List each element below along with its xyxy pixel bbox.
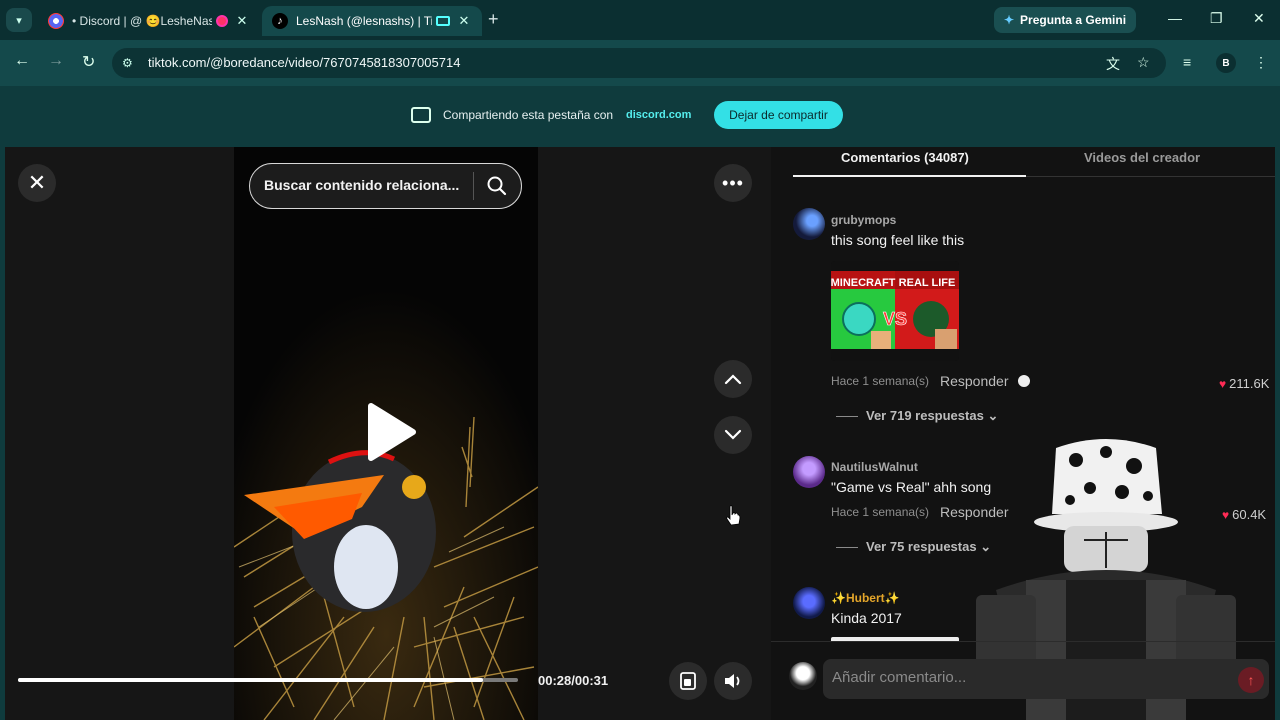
image-label-real-life: REAL LIFE (899, 277, 956, 289)
comment-likes[interactable]: ♥ 211.6K (1219, 376, 1269, 391)
video-progress-fill (18, 678, 483, 682)
more-icon: ••• (722, 172, 744, 193)
close-window-icon[interactable]: ✕ (1253, 10, 1265, 27)
comment-time: Hace 1 semana(s) (831, 505, 930, 519)
comment-placeholder: Añadir comentario... (832, 669, 967, 686)
comment-text: this song feel like this (831, 232, 965, 248)
view-replies-label: Ver 719 respuestas (866, 408, 984, 423)
tab-search-button[interactable]: ▾ (6, 8, 32, 32)
tab-tiktok[interactable]: ♪ LesNash (@lesnashs) | TikTok ✕ (262, 6, 482, 36)
hand-cursor-icon (726, 505, 741, 526)
bookmark-star-icon[interactable]: ☆ (1137, 54, 1150, 71)
comment-time: Hace 1 semana(s) (831, 374, 930, 388)
volume-icon (725, 674, 740, 688)
screen-share-icon (411, 107, 431, 123)
post-comment-button[interactable]: ↑ (1238, 667, 1264, 693)
previous-video-button[interactable] (714, 360, 752, 398)
comment-username[interactable]: ✨Hubert✨ (831, 591, 900, 605)
close-tab-icon[interactable]: ✕ (234, 13, 250, 29)
volume-button[interactable] (714, 662, 752, 700)
site-info-icon[interactable]: ⚙ (122, 56, 133, 70)
chevron-down-icon (724, 429, 742, 440)
close-video-button[interactable]: ✕ (18, 164, 56, 202)
replies-line (836, 416, 858, 418)
sharing-target[interactable]: discord.com (626, 109, 691, 121)
discord-icon (48, 13, 64, 29)
url-text[interactable]: tiktok.com/@boredance/video/767074581830… (148, 55, 460, 70)
comment-input-divider (771, 641, 1275, 642)
heart-icon: ♥ (1219, 377, 1227, 391)
minimize-icon[interactable]: — (1168, 10, 1182, 26)
stop-sharing-button[interactable]: Dejar de compartir (714, 101, 843, 129)
creator-liked-avatar (1016, 373, 1032, 389)
sharing-icon (436, 16, 450, 26)
tab-comments[interactable]: Comentarios (34087) (841, 150, 969, 165)
back-icon[interactable]: ← (14, 52, 30, 70)
search-divider (473, 172, 474, 200)
video-progress-bar[interactable] (18, 678, 518, 682)
active-tab-indicator (793, 175, 1026, 177)
tab-title: • Discord | @ 😊LesheNash (72, 14, 212, 28)
play-icon[interactable] (365, 402, 417, 462)
close-tab-icon[interactable]: ✕ (456, 13, 472, 29)
avatar[interactable] (789, 662, 817, 690)
avatar[interactable] (793, 587, 825, 619)
more-options-button[interactable]: ••• (714, 164, 752, 202)
recording-icon (216, 15, 228, 27)
pip-button[interactable] (669, 662, 707, 700)
tab-discord[interactable]: • Discord | @ 😊LesheNash ✕ (38, 6, 260, 36)
menu-icon[interactable]: ⋮ (1254, 54, 1268, 71)
reload-icon[interactable]: ↻ (82, 52, 95, 72)
tiktok-icon: ♪ (272, 13, 288, 29)
next-video-button[interactable] (714, 416, 752, 454)
comment-image[interactable]: MINECRAFT REAL LIFE VS (831, 261, 959, 361)
media-controls-icon[interactable]: ≡ (1183, 54, 1191, 70)
gemini-label: Pregunta a Gemini (1020, 13, 1127, 27)
avatar[interactable] (793, 208, 825, 240)
comment-text: Kinda 2017 (831, 610, 902, 626)
image-label-minecraft: MINECRAFT (831, 277, 896, 289)
search-placeholder: Buscar contenido relaciona... (264, 177, 460, 193)
new-tab-icon[interactable]: + (488, 9, 499, 30)
gemini-button[interactable]: ✦ Pregunta a Gemini (994, 7, 1136, 33)
restore-icon[interactable]: ❐ (1210, 10, 1223, 27)
close-icon: ✕ (27, 170, 47, 195)
profile-avatar[interactable]: B (1216, 53, 1236, 73)
comment-username[interactable]: NautilusWalnut (831, 460, 918, 474)
image-label-vs: VS (883, 309, 907, 329)
avatar[interactable] (793, 456, 825, 488)
view-replies-button[interactable]: Ver 719 respuestas ⌄ (836, 408, 998, 424)
search-icon[interactable] (486, 175, 508, 197)
chevron-down-icon: ⌄ (987, 408, 999, 423)
translate-icon[interactable]: 文 (1106, 54, 1120, 74)
tab-creator-videos[interactable]: Videos del creador (1084, 150, 1200, 165)
picture-in-picture-icon (680, 672, 696, 690)
view-replies-label: Ver 75 respuestas (866, 539, 977, 554)
gemini-icon: ✦ (1003, 13, 1015, 27)
like-count: 211.6K (1229, 376, 1270, 391)
replies-line (836, 547, 858, 549)
forward-icon[interactable]: → (48, 52, 64, 70)
video-timecode: 00:28/00:31 (538, 673, 609, 688)
arrow-up-icon: ↑ (1247, 672, 1255, 688)
reply-button[interactable]: Responder (940, 373, 1009, 389)
tab-title: LesNash (@lesnashs) | TikTok (296, 14, 432, 28)
chevron-up-icon (724, 374, 742, 385)
sharing-text: Compartiendo esta pestaña con (443, 108, 614, 122)
comment-username[interactable]: grubymops (831, 213, 896, 227)
